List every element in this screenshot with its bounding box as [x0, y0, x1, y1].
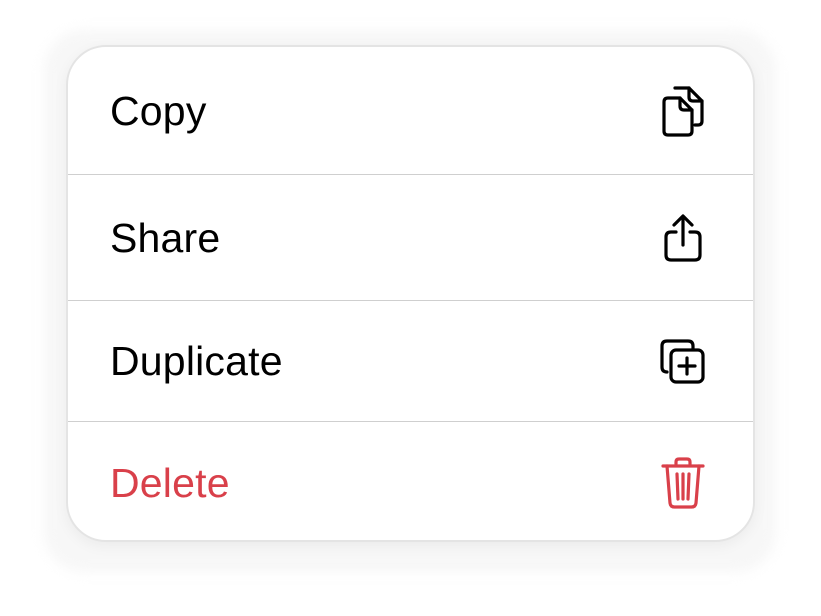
share-icon — [657, 212, 709, 264]
menu-item-delete[interactable]: Delete — [68, 422, 753, 540]
menu-item-label: Share — [110, 214, 221, 261]
copy-icon — [657, 85, 709, 137]
menu-item-label: Duplicate — [110, 338, 283, 384]
menu-item-label: Delete — [110, 459, 230, 506]
context-menu: Copy Share Duplicate Delete — [66, 45, 755, 542]
menu-item-label: Copy — [110, 87, 207, 134]
duplicate-icon — [657, 336, 709, 388]
trash-icon — [657, 457, 709, 509]
menu-item-share[interactable]: Share — [68, 175, 753, 301]
menu-item-duplicate[interactable]: Duplicate — [68, 301, 753, 422]
menu-item-copy[interactable]: Copy — [68, 47, 753, 175]
